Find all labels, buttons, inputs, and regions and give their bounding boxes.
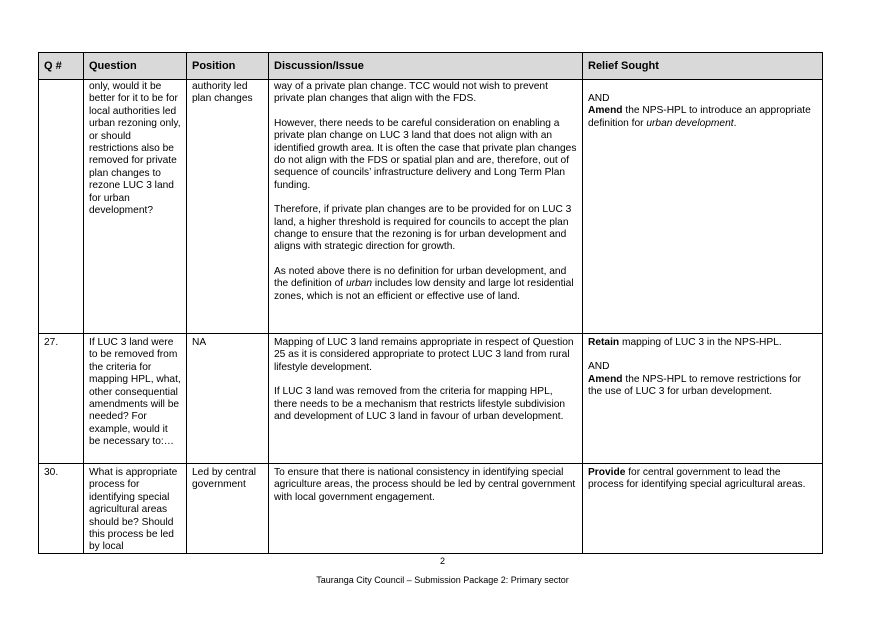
header-question: Question	[83, 52, 187, 80]
question-cell: If LUC 3 land were to be removed from th…	[83, 333, 187, 464]
header-q-number: Q #	[38, 52, 84, 80]
page-number: 2	[439, 556, 445, 566]
discussion-cell: To ensure that there is national consist…	[268, 463, 583, 554]
relief-paragraph: Retain mapping of LUC 3 in the NPS-HPL.	[588, 337, 817, 349]
and-label: AND	[588, 361, 610, 373]
page-footer: Tauranga City Council – Submission Packa…	[316, 575, 569, 585]
relief-cell: Provide for central government to lead t…	[582, 463, 823, 554]
table-row: only, would it be better for it to be fo…	[38, 79, 823, 334]
relief-cell: AND Amend the NPS-HPL to introduce an ap…	[582, 79, 823, 334]
relief-action: Amend	[588, 373, 623, 385]
position-cell: Led by central government	[186, 463, 269, 554]
italic-term: urban	[345, 278, 372, 290]
discussion-paragraph: To ensure that there is national consist…	[274, 467, 576, 503]
position-cell: authority led plan changes	[186, 79, 269, 334]
discussion-paragraph: Therefore, if private plan changes are t…	[274, 204, 572, 253]
q-number-cell: 27.	[38, 333, 84, 464]
discussion-cell: Mapping of LUC 3 land remains appropriat…	[268, 333, 583, 464]
header-discussion: Discussion/Issue	[268, 52, 583, 80]
table-header-row: Q # Question Position Discussion/Issue R…	[38, 52, 823, 80]
relief-action: Amend	[588, 105, 623, 117]
relief-paragraph: Amend the NPS-HPL to remove restrictions…	[588, 374, 817, 399]
relief-paragraph: Amend the NPS-HPL to introduce an approp…	[588, 105, 817, 130]
relief-action: Provide	[588, 467, 626, 478]
discussion-paragraph: way of a private plan change. TCC would …	[274, 81, 548, 105]
table-row: 30. What is appropriate process for iden…	[38, 463, 823, 554]
question-text: What is appropriate process for identify…	[89, 467, 178, 551]
question-cell: only, would it be better for it to be fo…	[83, 79, 187, 334]
text-run: mapping of LUC 3 in the NPS-HPL.	[619, 337, 782, 348]
header-position: Position	[186, 52, 269, 80]
relief-action: Retain	[588, 337, 620, 348]
q-number-cell: 30.	[38, 463, 84, 554]
and-label: AND	[588, 93, 610, 104]
relief-paragraph: Provide for central government to lead t…	[588, 467, 817, 492]
discussion-paragraph: However, there needs to be careful consi…	[274, 117, 577, 191]
position-cell: NA	[186, 333, 269, 464]
relief-cell: Retain mapping of LUC 3 in the NPS-HPL. …	[582, 333, 823, 464]
text-run: .	[733, 117, 737, 129]
question-cell: What is appropriate process for identify…	[83, 463, 187, 554]
header-relief: Relief Sought	[582, 52, 823, 80]
discussion-paragraph: As noted above there is no definition fo…	[274, 266, 577, 303]
italic-term: urban development	[646, 117, 734, 129]
table-row: 27. If LUC 3 land were to be removed fro…	[38, 333, 823, 464]
q-number-cell	[38, 79, 84, 334]
discussion-paragraph: If LUC 3 land was removed from the crite…	[274, 386, 566, 423]
discussion-cell: way of a private plan change. TCC would …	[268, 79, 583, 334]
submission-table: Q # Question Position Discussion/Issue R…	[38, 52, 823, 554]
discussion-paragraph: Mapping of LUC 3 land remains appropriat…	[274, 337, 574, 373]
